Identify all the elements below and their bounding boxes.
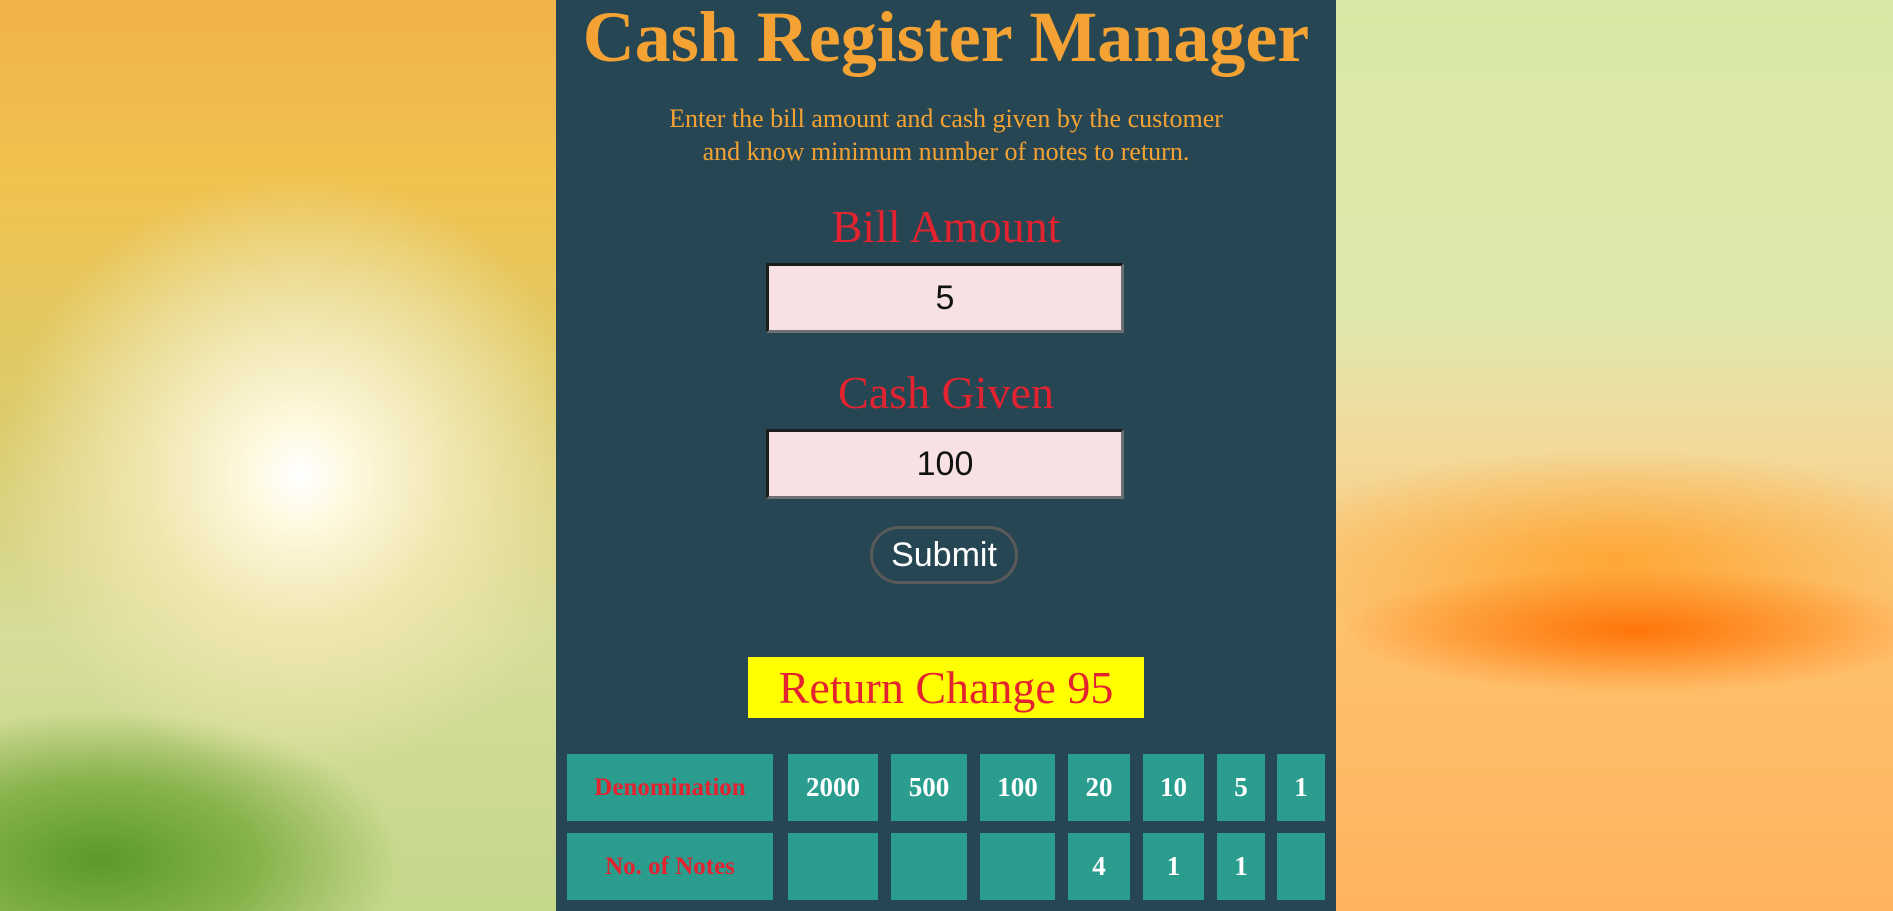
notes-count-cell [980,833,1055,900]
denomination-cell: 20 [1068,754,1130,821]
denomination-cell: 500 [891,754,967,821]
background-right [1336,0,1893,911]
denomination-cell: 5 [1217,754,1265,821]
return-change-message: Return Change 95 [748,657,1144,718]
notes-count-cell: 4 [1068,833,1130,900]
denomination-cell: 100 [980,754,1055,821]
page-subtitle: Enter the bill amount and cash given by … [556,102,1336,168]
bill-amount-input[interactable] [766,263,1124,333]
notes-count-cell: 1 [1217,833,1265,900]
subtitle-line-1: Enter the bill amount and cash given by … [669,104,1223,133]
notes-header: No. of Notes [567,833,773,900]
notes-count-cell [891,833,967,900]
denomination-cell: 1 [1277,754,1325,821]
cash-given-input[interactable] [766,429,1124,499]
notes-count-cell [788,833,878,900]
submit-button[interactable]: Submit [870,526,1018,584]
notes-count-cell: 1 [1143,833,1204,900]
notes-count-cell [1277,833,1325,900]
denomination-cell: 2000 [788,754,878,821]
denomination-header: Denomination [567,754,773,821]
bill-amount-label: Bill Amount [831,201,1061,252]
background-left [0,0,556,911]
denomination-cell: 10 [1143,754,1204,821]
subtitle-line-2: and know minimum number of notes to retu… [702,137,1190,166]
page-title: Cash Register Manager [582,0,1310,77]
main-panel: Cash Register Manager Enter the bill amo… [556,0,1336,911]
cash-given-label: Cash Given [838,367,1054,418]
